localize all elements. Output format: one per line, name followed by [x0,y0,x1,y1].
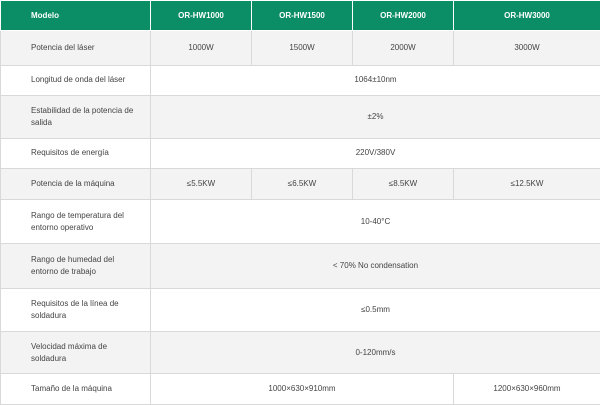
row-label: Longitud de onda del láser [0,64,151,97]
row-label: Potencia de la máquina [0,168,151,200]
header-model-1: OR-HW1000 [150,0,252,31]
cell-value: ≤8.5KW [352,168,454,200]
row-humidity: Rango de humedad del entorno de trabajo … [0,243,600,290]
row-label: Requisitos de energía [0,137,151,170]
row-machine-power: Potencia de la máquina ≤5.5KW ≤6.5KW ≤8.… [0,168,600,200]
row-label: Potencia del láser [0,30,151,66]
header-model-3: OR-HW2000 [352,0,454,31]
spec-table: Modelo OR-HW1000 OR-HW1500 OR-HW2000 OR-… [0,0,600,405]
row-wavelength: Longitud de onda del láser 1064±10nm [0,64,600,97]
cell-value: 2000W [352,30,454,66]
cell-value: ≤6.5KW [251,168,353,200]
row-operating-temperature: Rango de temperatura del entorno operati… [0,198,600,245]
row-label: Velocidad máxima de soldadura [0,330,151,375]
row-energy-requirements: Requisitos de energía 220V/380V [0,137,600,170]
cell-value: 1000W [150,30,252,66]
row-weld-line: Requisitos de la línea de soldadura ≤0.5… [0,288,600,332]
row-label: Rango de temperatura del entorno operati… [0,198,151,245]
cell-value: ±2% [150,95,600,139]
cell-value: 10-40°C [150,198,600,245]
cell-value: ≤12.5KW [453,168,600,200]
row-label: Rango de humedad del entorno de trabajo [0,243,151,290]
cell-value: < 70% No condensation [150,243,600,290]
cell-value: 1500W [251,30,353,66]
cell-value: 220V/380V [150,137,600,170]
cell-value: ≤0.5mm [150,288,600,332]
row-power-stability: Estabilidad de la potencia de salida ±2% [0,95,600,139]
header-row: Modelo OR-HW1000 OR-HW1500 OR-HW2000 OR-… [0,0,600,31]
cell-value: 3000W [453,30,600,66]
cell-value: ≤5.5KW [150,168,252,200]
row-max-weld-speed: Velocidad máxima de soldadura 0-120mm/s [0,330,600,375]
row-label: Requisitos de la línea de soldadura [0,288,151,332]
row-label: Tamaño de la máquina [0,373,151,405]
cell-value: 1200×630×960mm [453,373,600,405]
cell-value: 0-120mm/s [150,330,600,375]
header-model-label: Modelo [0,0,151,31]
row-label: Estabilidad de la potencia de salida [0,95,151,139]
header-model-2: OR-HW1500 [251,0,353,31]
cell-value: 1000×630×910mm [150,373,454,405]
header-model-4: OR-HW3000 [453,0,600,31]
row-machine-size: Tamaño de la máquina 1000×630×910mm 1200… [0,373,600,405]
row-laser-power: Potencia del láser 1000W 1500W 2000W 300… [0,30,600,66]
cell-value: 1064±10nm [150,64,600,97]
